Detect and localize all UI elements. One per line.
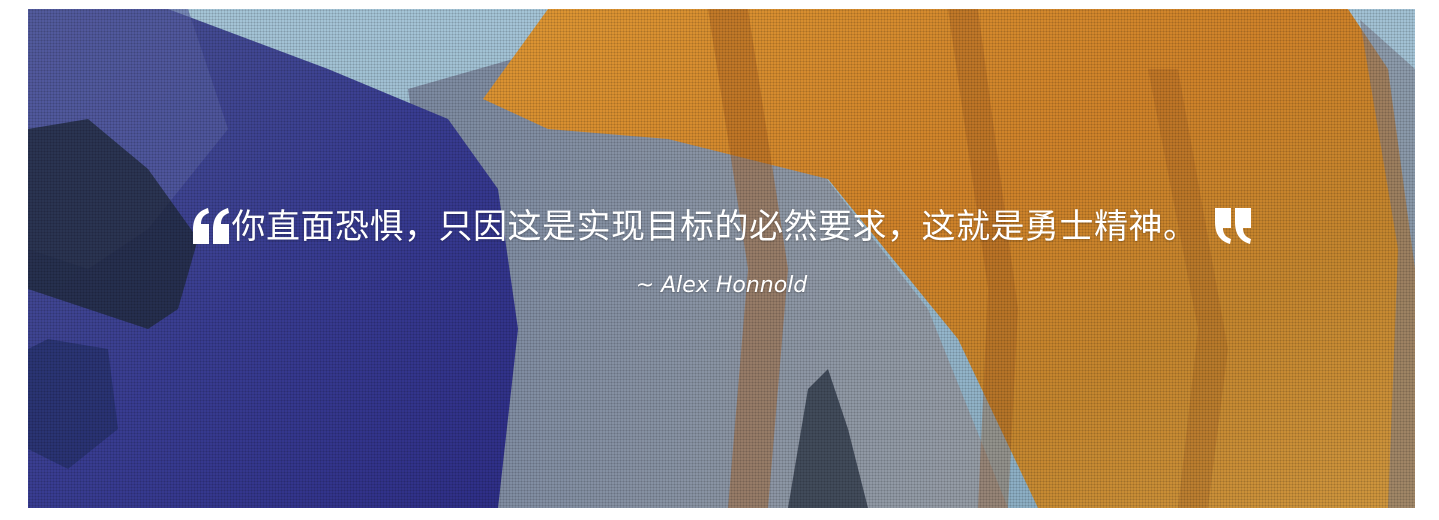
close-quote-icon [1212,204,1254,248]
quote-block: 你直面恐惧，只因这是实现目标的必然要求，这就是勇士精神。 ~ Alex Honn… [28,205,1415,299]
open-quote-icon [190,204,232,248]
quote-author: ~ Alex Honnold [635,273,808,298]
quote-text: 你直面恐惧，只因这是实现目标的必然要求，这就是勇士精神。 [231,207,1198,247]
hero-banner: 你直面恐惧，只因这是实现目标的必然要求，这就是勇士精神。 ~ Alex Honn… [28,9,1415,508]
quote-line: 你直面恐惧，只因这是实现目标的必然要求，这就是勇士精神。 [190,205,1254,249]
